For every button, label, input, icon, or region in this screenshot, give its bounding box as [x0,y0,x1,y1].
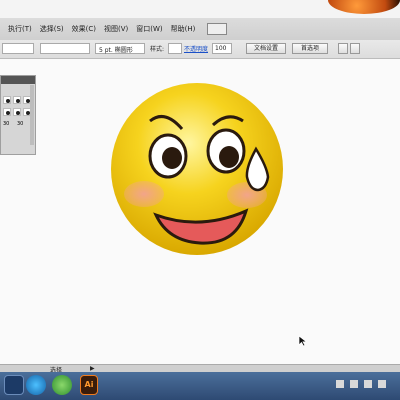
photo-of-monitor: 执行(T) 选择(S) 效果(C) 视图(V) 窗口(W) 帮助(H) 5 pt… [0,0,400,400]
brush-label: 5 pt. 椭圆形 [99,47,133,54]
brush-swatch[interactable] [3,96,11,104]
right-pupil[interactable] [219,146,239,168]
screen: 执行(T) 选择(S) 效果(C) 视图(V) 窗口(W) 帮助(H) 5 pt… [0,0,400,400]
menu-item-help[interactable]: 帮助(H) [171,24,196,34]
style-label: 样式: [150,46,165,53]
artboard[interactable] [0,59,400,364]
menu-item-effect[interactable]: 效果(C) [72,24,96,34]
play-icon[interactable]: ▶ [90,365,95,372]
brush-size-label: 30 [3,121,10,127]
smiley-face[interactable] [111,83,283,255]
illustrator-label: Ai [84,380,94,389]
control-bar: 5 pt. 椭圆形 样式: 不透明度 100 文档设置 首选项 [0,40,400,59]
brush-swatch[interactable] [3,108,11,116]
lamp-glare [328,0,400,14]
menu-item-view[interactable]: 视图(V) [104,24,128,34]
tray-icon[interactable] [378,380,386,388]
photoshop-icon[interactable] [4,375,24,395]
sogou-icon[interactable] [26,375,46,395]
menu-item-window[interactable]: 窗口(W) [136,24,162,34]
brush-size-label: 30 [17,121,24,127]
brushes-panel-title[interactable] [1,76,35,84]
brush-select[interactable]: 5 pt. 椭圆形 [95,43,145,54]
opacity-link[interactable]: 不透明度 [184,44,208,53]
left-pupil[interactable] [162,147,182,169]
panel-scrollbar[interactable] [30,85,34,145]
variable-width-select[interactable] [40,43,90,54]
preferences-label: 首选项 [300,45,319,52]
smiley-artwork[interactable] [0,59,400,364]
tray-icon[interactable] [336,380,344,388]
tray-icon[interactable] [350,380,358,388]
brushes-panel: 30 30 [0,75,36,155]
arrange-icon[interactable] [338,43,348,54]
stroke-select[interactable] [2,43,34,54]
browser-icon[interactable] [52,375,72,395]
brush-swatch[interactable] [13,96,21,104]
illustrator-icon[interactable]: Ai [80,375,98,395]
document-setup-button[interactable]: 文档设置 [246,43,286,54]
menu-item-execute[interactable]: 执行(T) [8,24,32,34]
style-select[interactable] [168,43,182,54]
taskbar: Ai [0,372,400,400]
panel-menu-icon[interactable] [350,43,360,54]
left-cheek[interactable] [124,181,164,207]
document-setup-label: 文档设置 [253,45,278,52]
cursor-icon [298,335,308,347]
brush-swatch[interactable] [13,108,21,116]
opacity-input[interactable]: 100 [212,43,232,54]
workspace-switcher[interactable] [207,23,228,35]
menubar: 执行(T) 选择(S) 效果(C) 视图(V) 窗口(W) 帮助(H) [0,18,400,41]
menu-item-select[interactable]: 选择(S) [40,24,64,34]
preferences-button[interactable]: 首选项 [292,43,328,54]
opacity-value: 100 [215,45,227,52]
tray-icon[interactable] [364,380,372,388]
